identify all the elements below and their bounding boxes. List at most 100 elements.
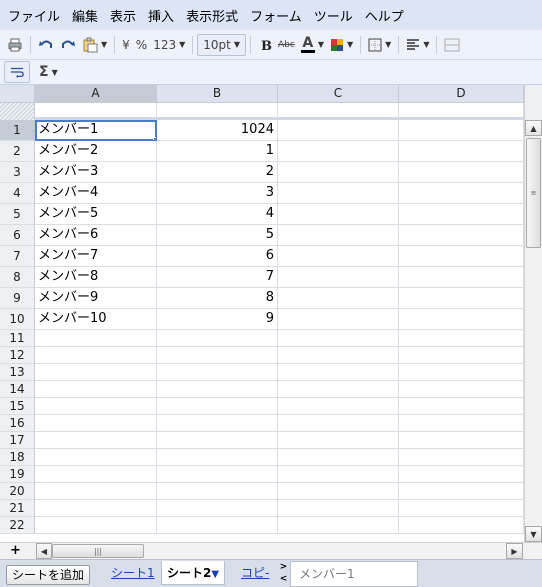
row-header[interactable]: 12 — [0, 347, 35, 364]
cell-c[interactable] — [278, 204, 399, 225]
print-icon[interactable] — [4, 34, 26, 56]
add-row-icon[interactable]: + — [10, 543, 21, 559]
cell-a[interactable] — [35, 432, 157, 449]
sheet-tab-1[interactable]: シート1 — [106, 561, 160, 585]
row-header[interactable]: 11 — [0, 330, 35, 347]
text-color-dropdown[interactable]: A ▼ — [298, 34, 327, 56]
cell-d[interactable] — [399, 347, 524, 364]
cell-c[interactable] — [278, 183, 399, 204]
row-header[interactable]: 4 — [0, 183, 35, 204]
scroll-down-button[interactable]: ▼ — [525, 526, 542, 542]
cell-d[interactable] — [399, 466, 524, 483]
cell-a[interactable] — [35, 347, 157, 364]
cell-d[interactable] — [399, 500, 524, 517]
row-header[interactable]: 13 — [0, 364, 35, 381]
row-header[interactable]: 10 — [0, 309, 35, 330]
cell-c[interactable] — [278, 330, 399, 347]
cell-a[interactable]: メンバー9 — [35, 288, 157, 309]
cell-a[interactable] — [35, 415, 157, 432]
frozen-row-bar[interactable] — [0, 103, 524, 120]
redo-icon[interactable] — [57, 34, 79, 56]
row-header[interactable]: 2 — [0, 141, 35, 162]
cell-b[interactable]: 3 — [157, 183, 278, 204]
menu-edit[interactable]: 編集 — [68, 6, 106, 25]
cell-d[interactable] — [399, 288, 524, 309]
number-format-dropdown[interactable]: 123 ▼ — [150, 34, 188, 56]
cell-a[interactable] — [35, 449, 157, 466]
merge-cells-icon[interactable] — [441, 34, 463, 56]
cell-b[interactable] — [157, 381, 278, 398]
cell-a[interactable] — [35, 483, 157, 500]
cell-d[interactable] — [399, 330, 524, 347]
cell-b[interactable] — [157, 364, 278, 381]
cell-d[interactable] — [399, 183, 524, 204]
currency-button[interactable]: ¥ — [119, 34, 133, 56]
cell-c[interactable] — [278, 449, 399, 466]
cell-d[interactable] — [399, 449, 524, 466]
row-header[interactable]: 6 — [0, 225, 35, 246]
cell-c[interactable] — [278, 267, 399, 288]
cell-a[interactable]: メンバー5 — [35, 204, 157, 225]
cell-a[interactable]: メンバー10 — [35, 309, 157, 330]
sheet-tab-3[interactable]: コピ- — [236, 561, 274, 585]
cell-c[interactable] — [278, 225, 399, 246]
freeze-handle[interactable] — [0, 103, 35, 120]
cell-b[interactable]: 1 — [157, 141, 278, 162]
undo-icon[interactable] — [35, 34, 57, 56]
menu-tools[interactable]: ツール — [310, 6, 361, 25]
cell-a[interactable]: メンバー3 — [35, 162, 157, 183]
column-header-a[interactable]: A — [35, 85, 157, 103]
cell-b[interactable]: 5 — [157, 225, 278, 246]
cell-d[interactable] — [399, 398, 524, 415]
cell-c[interactable] — [278, 398, 399, 415]
cell-c[interactable] — [278, 415, 399, 432]
horizontal-scroll-thumb[interactable]: ||| — [52, 544, 144, 558]
cell-b[interactable] — [157, 330, 278, 347]
menu-form[interactable]: フォーム — [246, 6, 310, 25]
cell-d[interactable] — [399, 364, 524, 381]
row-header[interactable]: 19 — [0, 466, 35, 483]
menu-view[interactable]: 表示 — [106, 6, 144, 25]
vertical-scrollbar[interactable]: ▲ ≡ ▼ — [524, 120, 542, 542]
cell-b[interactable] — [157, 398, 278, 415]
cell-c[interactable] — [278, 432, 399, 449]
sum-dropdown[interactable]: Σ ▼ — [36, 61, 61, 83]
cell-d[interactable] — [399, 120, 524, 141]
cell-d[interactable] — [399, 162, 524, 183]
row-header[interactable]: 8 — [0, 267, 35, 288]
cell-b[interactable] — [157, 415, 278, 432]
cell-c[interactable] — [278, 246, 399, 267]
cell-b[interactable] — [157, 449, 278, 466]
cell-b[interactable]: 2 — [157, 162, 278, 183]
add-sheet-button[interactable]: シートを追加 — [6, 565, 91, 585]
cell-a[interactable] — [35, 398, 157, 415]
cell-c[interactable] — [278, 483, 399, 500]
column-header-b[interactable]: B — [157, 85, 278, 103]
cell-a1[interactable]: メンバー1 — [35, 120, 157, 141]
cell-c[interactable] — [278, 120, 399, 141]
scroll-up-button[interactable]: ▲ — [525, 120, 542, 136]
menu-file[interactable]: ファイル — [4, 6, 68, 25]
bold-icon[interactable]: B — [255, 34, 275, 56]
cell-b[interactable]: 8 — [157, 288, 278, 309]
cell-a[interactable] — [35, 364, 157, 381]
cell-b[interactable]: 7 — [157, 267, 278, 288]
cell-a[interactable] — [35, 330, 157, 347]
cell-b[interactable] — [157, 432, 278, 449]
vertical-scroll-thumb[interactable]: ≡ — [526, 138, 541, 248]
cell-d[interactable] — [399, 309, 524, 330]
column-header-c[interactable]: C — [278, 85, 399, 103]
cell-d[interactable] — [399, 483, 524, 500]
cell-c[interactable] — [278, 309, 399, 330]
cell-d[interactable] — [399, 432, 524, 449]
menu-format[interactable]: 表示形式 — [182, 6, 246, 25]
cell-a[interactable]: メンバー8 — [35, 267, 157, 288]
cell-b[interactable]: 4 — [157, 204, 278, 225]
row-header[interactable]: 16 — [0, 415, 35, 432]
row-header[interactable]: 14 — [0, 381, 35, 398]
cell-a[interactable]: メンバー4 — [35, 183, 157, 204]
cell-d[interactable] — [399, 246, 524, 267]
percent-button[interactable]: % — [133, 34, 150, 56]
row-header[interactable]: 17 — [0, 432, 35, 449]
cell-a[interactable]: メンバー6 — [35, 225, 157, 246]
